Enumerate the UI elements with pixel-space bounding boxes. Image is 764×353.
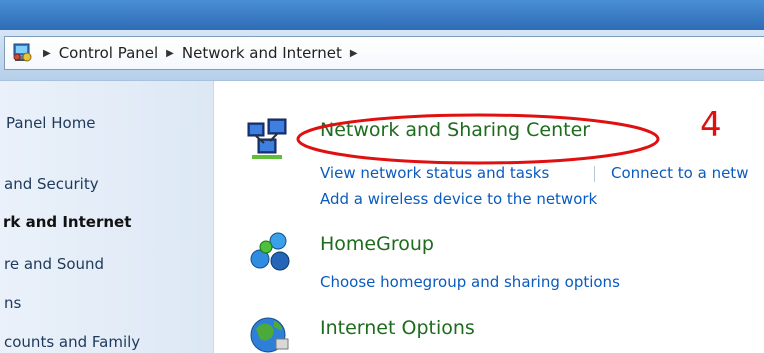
- internet-options-link[interactable]: Internet Options: [320, 317, 475, 339]
- sidebar-item-control-panel-home[interactable]: Panel Home: [6, 114, 96, 132]
- choose-homegroup-options-link[interactable]: Choose homegroup and sharing options: [320, 273, 620, 291]
- breadcrumb[interactable]: ▶ Control Panel ▶ Network and Internet ▶: [4, 36, 764, 70]
- breadcrumb-control-panel[interactable]: Control Panel: [59, 44, 158, 62]
- breadcrumb-arrow-icon[interactable]: ▶: [350, 48, 358, 59]
- add-wireless-device-link[interactable]: Add a wireless device to the network: [320, 190, 597, 208]
- sidebar: Panel Home and Security rk and Internet …: [0, 81, 214, 353]
- control-panel-window: ▶ Control Panel ▶ Network and Internet ▶…: [0, 0, 764, 353]
- homegroup-link[interactable]: HomeGroup: [320, 233, 434, 255]
- annotation-ellipse: [296, 113, 660, 165]
- network-sharing-center-icon[interactable]: [246, 117, 290, 161]
- breadcrumb-arrow-icon[interactable]: ▶: [166, 48, 174, 59]
- control-panel-icon[interactable]: [11, 42, 33, 64]
- breadcrumb-arrow-icon[interactable]: ▶: [43, 48, 51, 59]
- internet-options-icon[interactable]: [248, 309, 292, 353]
- sidebar-item-user-accounts[interactable]: counts and Family: [4, 333, 140, 351]
- breadcrumb-network-and-internet[interactable]: Network and Internet: [182, 44, 342, 62]
- sidebar-item-network-and-internet: rk and Internet: [3, 213, 132, 231]
- sidebar-item-hardware-and-sound[interactable]: re and Sound: [4, 255, 104, 273]
- annotation-number: 4: [700, 105, 722, 145]
- sidebar-item-programs[interactable]: ns: [4, 294, 21, 312]
- main-content: Network and Sharing Center View network …: [214, 81, 764, 353]
- homegroup-icon[interactable]: [248, 229, 292, 273]
- sidebar-item-system-and-security[interactable]: and Security: [4, 175, 99, 193]
- title-bar: [0, 0, 764, 30]
